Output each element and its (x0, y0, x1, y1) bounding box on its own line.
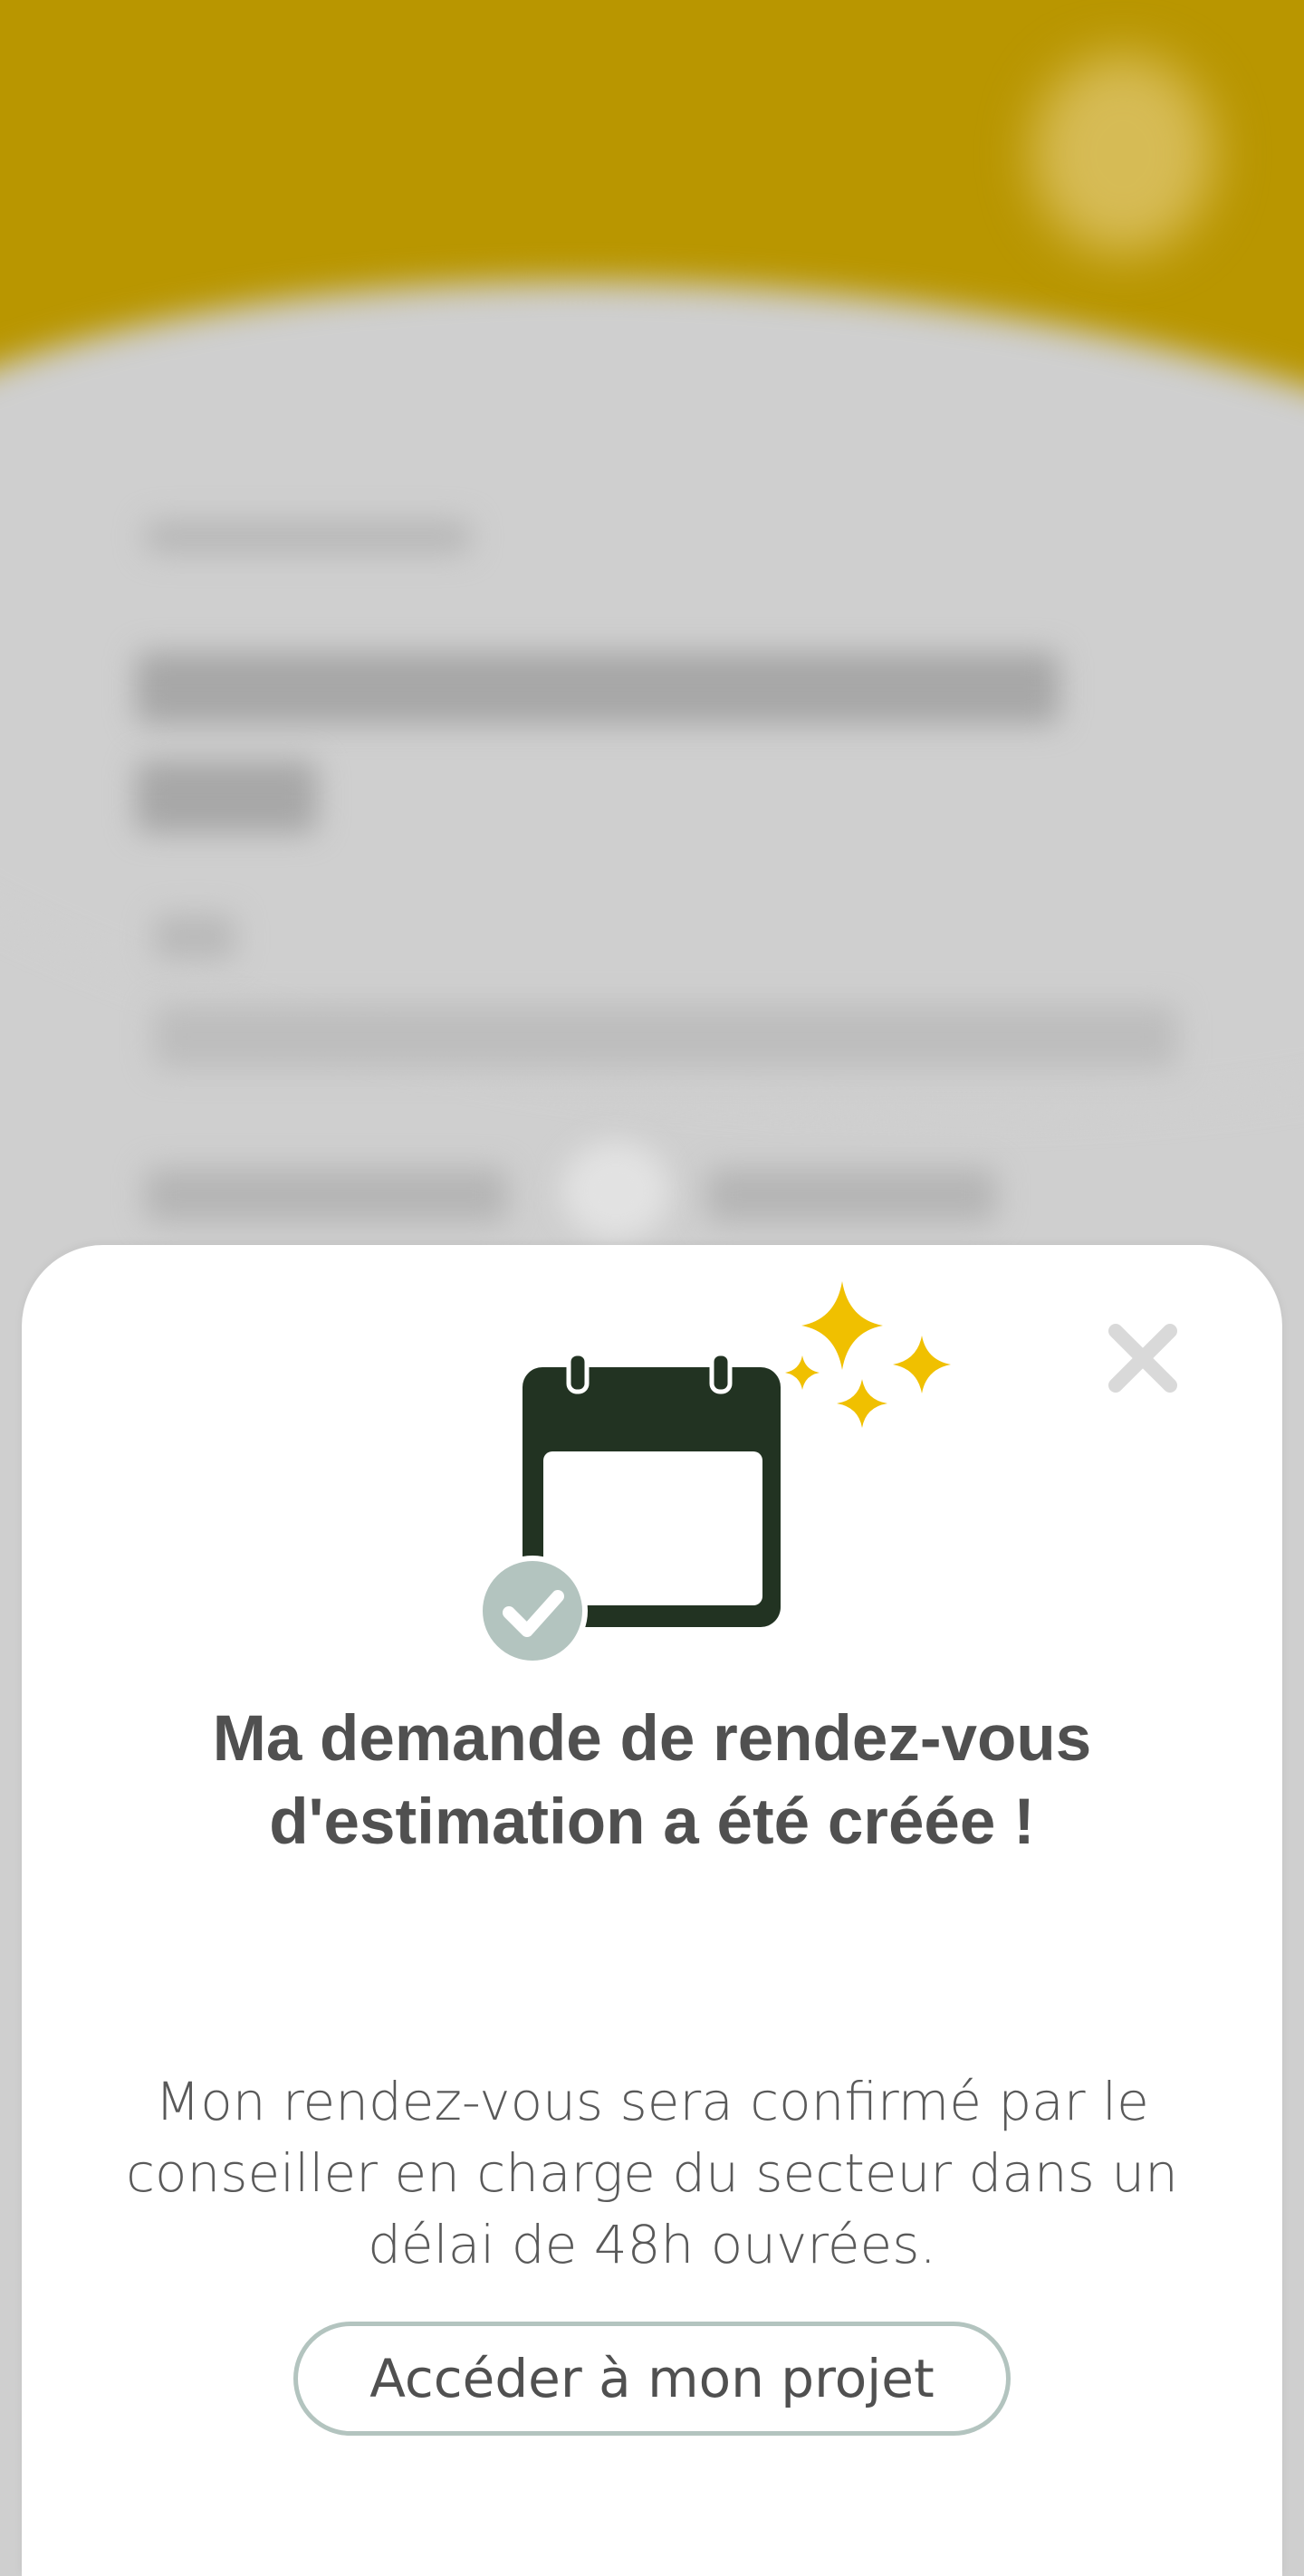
check-circle-icon (477, 1556, 588, 1666)
appointment-created-illustration (471, 1263, 960, 1680)
background-avatar (561, 1141, 670, 1240)
background-text-block (136, 761, 317, 833)
background-text-block (136, 652, 1060, 724)
go-to-project-button[interactable]: Accéder à mon projet (293, 2322, 1011, 2436)
modal-description: Mon rendez-vous sera confirmé par le con… (126, 2071, 1178, 2275)
background-text-block (145, 521, 471, 553)
sparkle-icon (785, 1281, 951, 1428)
modal-title: Ma demande de rendez-vous d'estimation a… (212, 1703, 1092, 1858)
background-header-icon (1032, 54, 1213, 254)
background-text-block (154, 915, 235, 960)
background-text-block (154, 1005, 1177, 1068)
background-text-block (706, 1168, 996, 1222)
close-icon (1108, 1324, 1177, 1393)
background-text-block (145, 1168, 507, 1222)
close-button[interactable] (1107, 1322, 1179, 1394)
